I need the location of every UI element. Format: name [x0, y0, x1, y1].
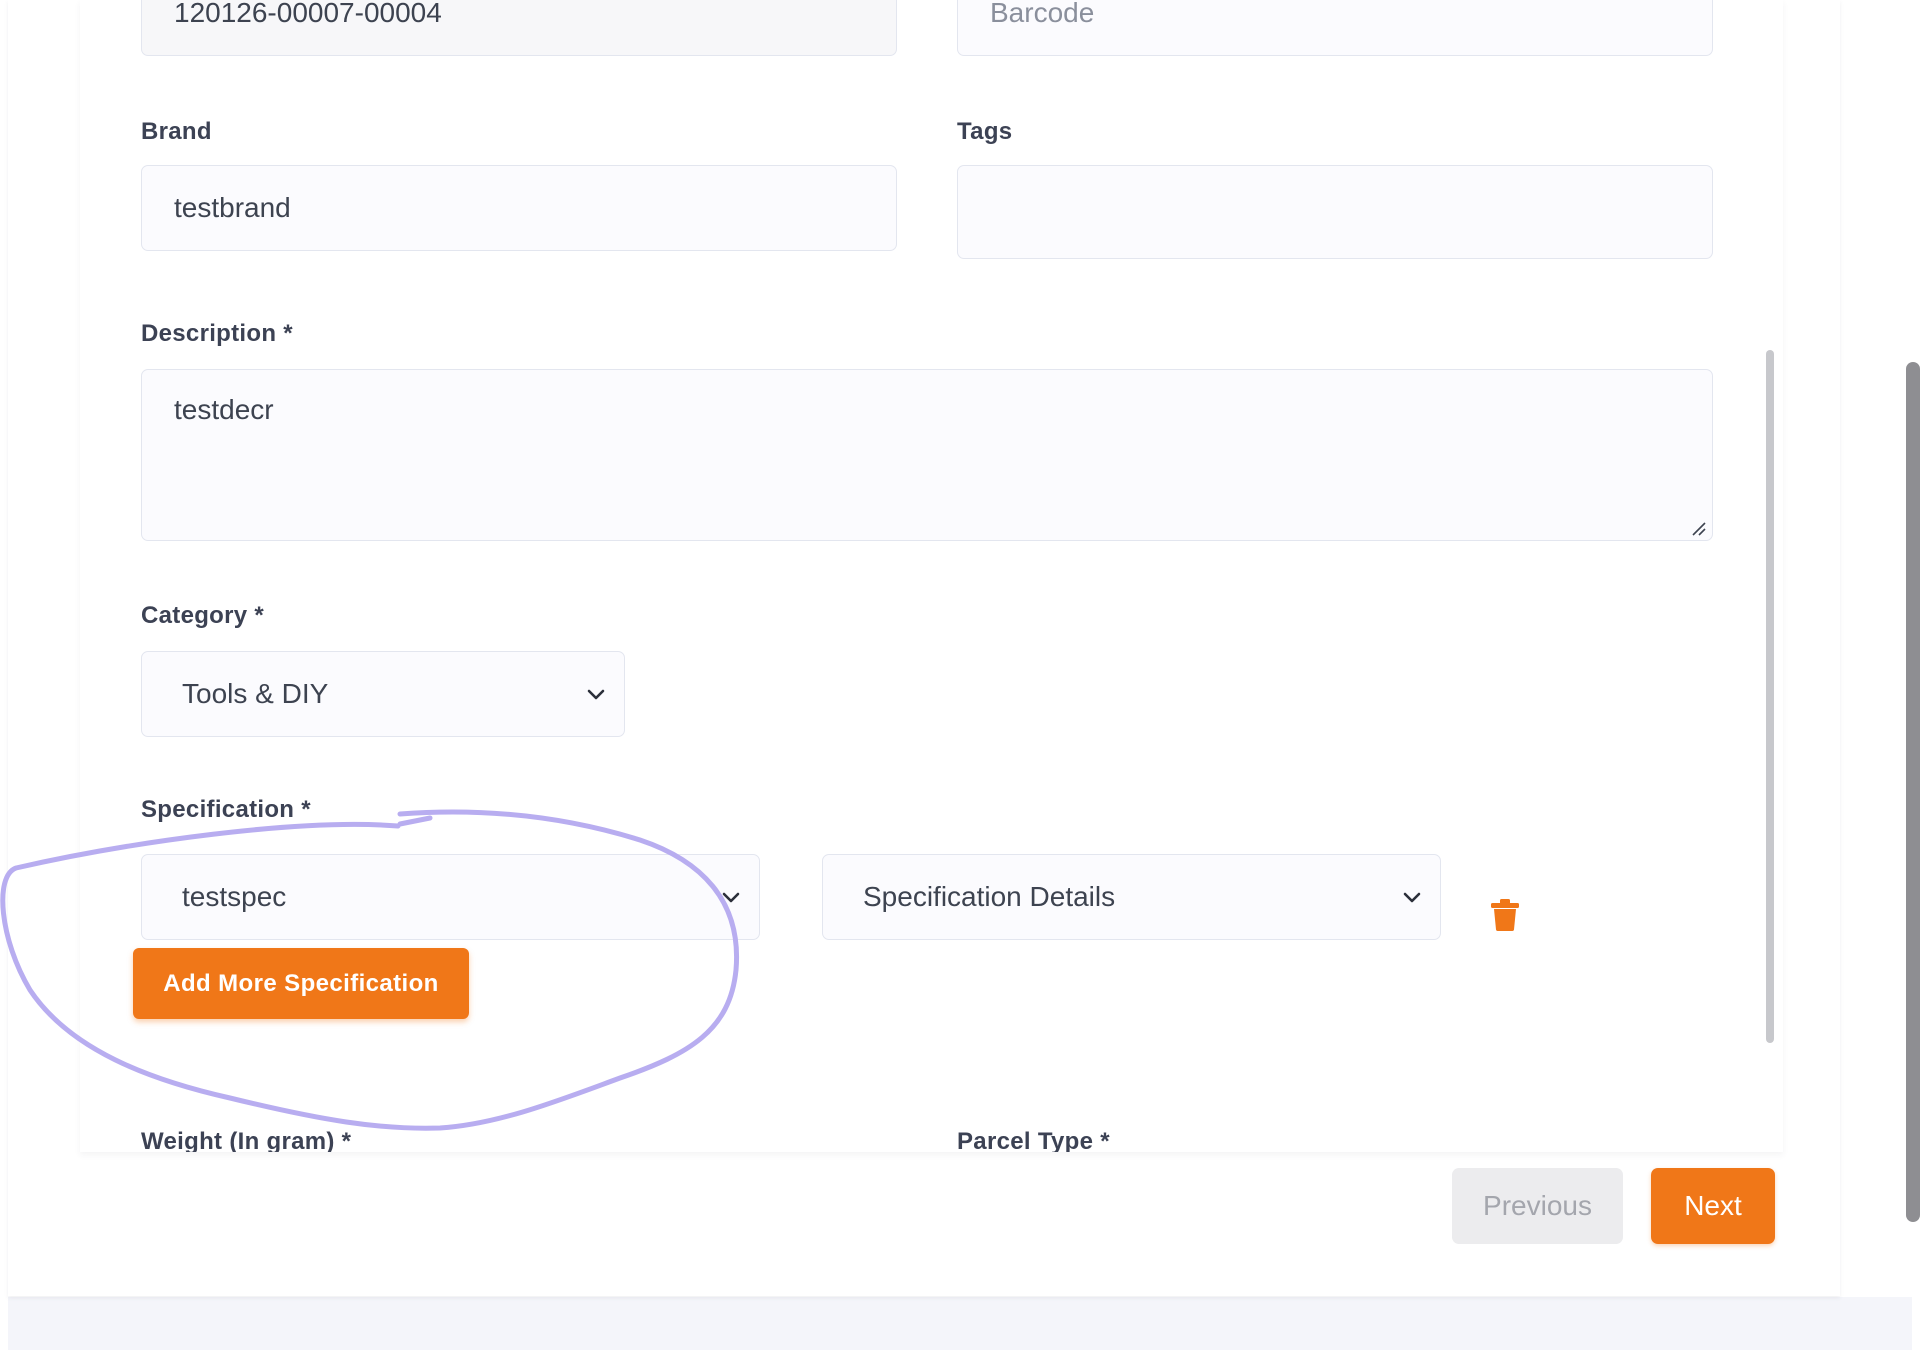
form-card: 120126-00007-00004 Barcode Brand testbra… — [8, 0, 1840, 1296]
sku-value: 120126-00007-00004 — [174, 0, 442, 28]
next-button[interactable]: Next — [1651, 1168, 1775, 1244]
weight-label: Weight (In gram) * — [141, 1128, 352, 1152]
specification-details-value: Specification Details — [863, 881, 1116, 912]
brand-value: testbrand — [174, 192, 291, 223]
add-more-specification-button[interactable]: Add More Specification — [133, 948, 469, 1019]
category-selected-value: Tools & DIY — [182, 678, 329, 709]
specification-label: Specification * — [141, 796, 311, 823]
brand-input[interactable]: testbrand — [141, 165, 897, 251]
barcode-input[interactable]: Barcode — [957, 0, 1713, 56]
tags-input[interactable] — [957, 165, 1713, 259]
specification-name-select[interactable]: testspec — [141, 854, 760, 940]
description-value: testdecr — [174, 394, 274, 425]
category-label: Category * — [141, 602, 265, 629]
description-label: Description * — [141, 320, 293, 347]
page-background — [8, 1297, 1912, 1350]
category-select[interactable]: Tools & DIY — [141, 651, 625, 737]
trash-icon[interactable] — [1490, 898, 1520, 932]
brand-label: Brand — [141, 118, 212, 145]
previous-button[interactable]: Previous — [1452, 1168, 1623, 1244]
barcode-placeholder: Barcode — [990, 0, 1095, 28]
form-scrollbar-thumb[interactable] — [1766, 350, 1774, 1043]
chevron-down-icon — [587, 689, 605, 700]
page-scrollbar-thumb[interactable] — [1906, 362, 1920, 1222]
parcel-type-label: Parcel Type * — [957, 1128, 1110, 1152]
description-textarea[interactable]: testdecr — [141, 369, 1713, 541]
chevron-down-icon — [722, 892, 740, 903]
specification-details-select[interactable]: Specification Details — [822, 854, 1441, 940]
sku-field: 120126-00007-00004 — [141, 0, 897, 56]
specification-name-value: testspec — [182, 881, 287, 912]
resize-handle-icon[interactable] — [1690, 520, 1706, 536]
tags-label: Tags — [957, 118, 1013, 145]
chevron-down-icon — [1403, 892, 1421, 903]
